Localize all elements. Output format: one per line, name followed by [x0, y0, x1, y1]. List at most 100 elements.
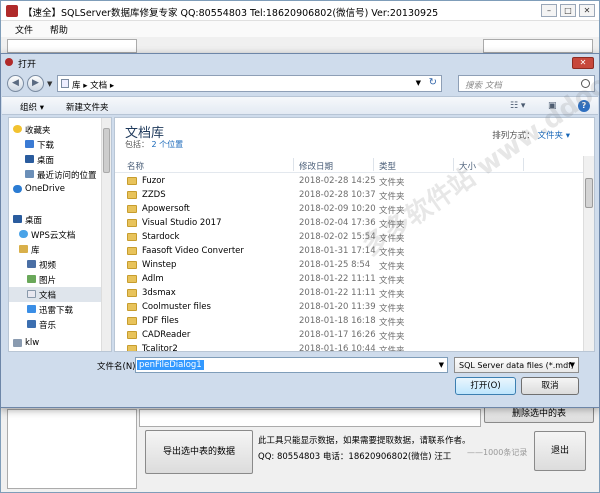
exit-button[interactable]: 退出	[534, 431, 586, 471]
user-folder-icon	[13, 339, 22, 347]
file-row[interactable]: 3dsmax 2018-01-22 11:11 文件夹	[115, 286, 585, 300]
arrange-by-dropdown[interactable]: 文件夹 ▾	[538, 131, 570, 141]
filetype-value: SQL Server data files (*.mdf;	[459, 361, 574, 370]
left-panel	[7, 39, 137, 53]
nav-desktop[interactable]: 桌面	[9, 212, 103, 227]
filename-dropdown-icon[interactable]: ▼	[439, 361, 444, 369]
filetype-dropdown-icon[interactable]: ▼	[570, 361, 575, 369]
nav-libraries[interactable]: 库	[9, 242, 103, 257]
file-name: Winstep	[142, 260, 177, 270]
filename-input[interactable]: penFileDialog1 ▼	[135, 357, 448, 373]
nav-recent-places[interactable]: 最近访问的位置	[9, 167, 103, 182]
file-type: 文件夹	[379, 262, 405, 272]
minimize-icon[interactable]: –	[541, 4, 557, 17]
file-row[interactable]: Adlm 2018-01-22 11:11 文件夹	[115, 272, 585, 286]
help-icon[interactable]: ?	[578, 100, 590, 112]
nav-scrollbar[interactable]	[101, 118, 111, 351]
file-row[interactable]: Visual Studio 2017 2018-02-04 17:36 文件夹	[115, 216, 585, 230]
maximize-icon[interactable]: □	[560, 4, 576, 17]
open-file-dialog: 打开 ✕ ◀ ▶ ▼ 库 ▸ 文档 ▸ ▼ ↻ 搜索 文档 组织 ▾ 新建文件夹…	[0, 53, 600, 408]
folder-icon	[127, 177, 137, 185]
file-type: 文件夹	[379, 346, 405, 352]
file-name: Faasoft Video Converter	[142, 246, 244, 256]
column-date-modified[interactable]: 修改日期	[299, 160, 333, 172]
search-icon	[581, 79, 590, 88]
file-date: 2018-02-28 14:25	[299, 176, 376, 186]
folder-icon	[127, 247, 137, 255]
column-type[interactable]: 类型	[379, 160, 396, 172]
table-list[interactable]	[7, 409, 137, 489]
file-row[interactable]: Faasoft Video Converter 2018-01-31 17:14 文…	[115, 244, 585, 258]
file-row[interactable]: Coolmuster files 2018-01-20 11:39 文件夹	[115, 300, 585, 314]
nav-videos[interactable]: 视频	[9, 257, 103, 272]
filename-label: 文件名(N):	[97, 362, 139, 372]
nav-wps-cloud[interactable]: WPS云文档	[9, 227, 103, 242]
recent-pages-dropdown-icon[interactable]: ▼	[47, 80, 52, 88]
file-list-scrollbar[interactable]	[583, 156, 594, 351]
file-row[interactable]: Winstep 2018-01-25 8:54 文件夹	[115, 258, 585, 272]
author-info: 此工具只能显示数据，如果需要提取数据，请联系作者。 QQ: 80554803 电…	[258, 433, 471, 465]
file-row[interactable]: CADReader 2018-01-17 16:26 文件夹	[115, 328, 585, 342]
folder-icon	[127, 275, 137, 283]
folder-icon	[127, 289, 137, 297]
address-path[interactable]: 库 ▸ 文档 ▸	[72, 79, 114, 91]
menu-help[interactable]: 帮助	[42, 21, 74, 36]
open-button[interactable]: 打开(O)	[455, 377, 516, 395]
file-row[interactable]: Tcalitor2 2018-01-16 10:44 文件夹	[115, 342, 585, 352]
file-row[interactable]: PDF files 2018-01-18 16:18 文件夹	[115, 314, 585, 328]
filename-value[interactable]: penFileDialog1	[137, 360, 204, 370]
right-panel	[483, 39, 593, 53]
preview-pane-icon[interactable]: ▣	[548, 101, 557, 111]
search-box[interactable]: 搜索 文档	[458, 75, 595, 92]
file-row[interactable]: Fuzor 2018-02-28 14:25 文件夹	[115, 174, 585, 188]
address-bar[interactable]: 库 ▸ 文档 ▸ ▼ ↻	[57, 75, 442, 92]
file-row[interactable]: Apowersoft 2018-02-09 10:20 文件夹	[115, 202, 585, 216]
new-folder-button[interactable]: 新建文件夹	[66, 101, 109, 113]
dialog-title: 打开	[18, 60, 37, 70]
folder-icon	[127, 233, 137, 241]
organize-menu[interactable]: 组织 ▾	[20, 101, 44, 113]
column-size[interactable]: 大小	[459, 160, 476, 172]
nav-scrollbar-thumb[interactable]	[103, 128, 110, 173]
nav-music[interactable]: 音乐	[9, 317, 103, 332]
address-dropdown-icon[interactable]: ▼	[416, 79, 421, 87]
filetype-select[interactable]: SQL Server data files (*.mdf; ▼	[454, 357, 579, 373]
nav-documents[interactable]: 文档	[9, 287, 103, 302]
menu-file[interactable]: 文件	[1, 21, 39, 36]
file-type: 文件夹	[379, 206, 405, 216]
nav-onedrive[interactable]: OneDrive	[9, 182, 103, 197]
nav-klw[interactable]: klw	[9, 336, 103, 351]
file-name: Visual Studio 2017	[142, 218, 222, 228]
file-type: 文件夹	[379, 332, 405, 342]
navigation-row: ◀ ▶ ▼ 库 ▸ 文档 ▸ ▼ ↻ 搜索 文档	[7, 74, 595, 94]
close-icon[interactable]: ✕	[579, 4, 595, 17]
file-list-scrollbar-thumb[interactable]	[585, 178, 593, 208]
export-selected-data-button[interactable]: 导出选中表的数据	[145, 430, 253, 474]
nav-pictures[interactable]: 图片	[9, 272, 103, 287]
data-grid[interactable]	[139, 409, 481, 427]
nav-desktop-fav[interactable]: 桌面	[9, 152, 103, 167]
forward-arrow-icon[interactable]: ▶	[27, 75, 44, 92]
desktop-icon	[13, 215, 22, 223]
dialog-close-icon[interactable]: ✕	[572, 57, 594, 69]
file-type: 文件夹	[379, 304, 405, 314]
cancel-button[interactable]: 取消	[521, 377, 579, 395]
file-row[interactable]: Stardock 2018-02-02 15:54 文件夹	[115, 230, 585, 244]
file-row[interactable]: ZZDS 2018-02-28 10:37 文件夹	[115, 188, 585, 202]
folder-icon	[127, 303, 137, 311]
column-name[interactable]: 名称	[127, 160, 144, 172]
file-date: 2018-01-25 8:54	[299, 260, 371, 270]
window-controls: – □ ✕	[541, 4, 595, 17]
nav-thunder-downloads[interactable]: 迅雷下载	[9, 302, 103, 317]
nav-downloads[interactable]: 下载	[9, 137, 103, 152]
file-list-pane: 文档库 包括： 2 个位置 排列方式： 文件夹 ▾ 名称 修改日期 类型 大小 …	[114, 117, 595, 352]
view-options-icon[interactable]: ☷ ▾	[510, 101, 525, 111]
info-line-1: 此工具只能显示数据，如果需要提取数据，请联系作者。	[258, 436, 471, 446]
file-date: 2018-01-17 16:26	[299, 330, 376, 340]
search-input[interactable]: 搜索 文档	[465, 79, 502, 91]
file-name: Tcalitor2	[142, 344, 178, 352]
library-locations-link[interactable]: 2 个位置	[152, 140, 184, 149]
nav-favorites[interactable]: 收藏夹	[9, 122, 103, 137]
back-arrow-icon[interactable]: ◀	[7, 75, 24, 92]
refresh-icon[interactable]: ↻	[429, 77, 437, 88]
